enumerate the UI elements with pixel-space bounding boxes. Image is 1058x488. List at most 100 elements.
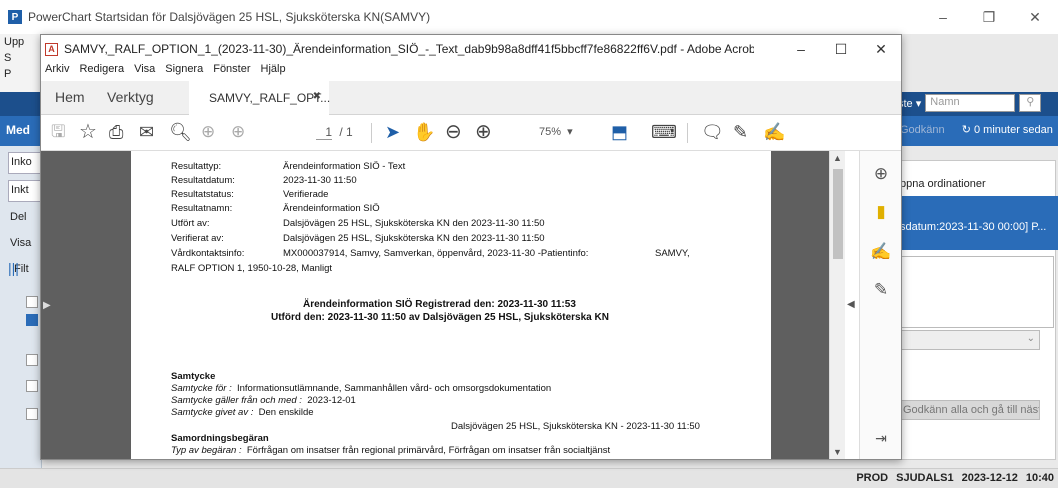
vertical-scrollbar[interactable]: ▲ ▼: [829, 151, 845, 459]
refresh-icon[interactable]: ↻: [962, 124, 971, 136]
pdf-page: Resultattyp: Resultatdatum: Resultatstat…: [131, 151, 771, 459]
search-icon[interactable]: ⚲: [1019, 94, 1042, 112]
page-up-icon[interactable]: ⊕: [201, 121, 215, 143]
field-label: Resultatnamn:: [171, 203, 233, 214]
left-tab[interactable]: Del: [8, 208, 42, 230]
zoom-panel-icon[interactable]: ⊕: [870, 163, 892, 185]
acrobat-title-bar: A SAMVY,_RALF_OPTION_1_(2023-11-30)_Ären…: [41, 35, 901, 63]
tab-tools[interactable]: Verktyg: [107, 89, 154, 105]
toolbar-divider: [687, 123, 688, 143]
zoom-search-icon[interactable]: 🔍︎: [169, 121, 192, 143]
tab-document[interactable]: SAMVY,_RALF_OPT... ✖: [189, 81, 330, 115]
menu-item-partial[interactable]: Upp: [0, 34, 40, 50]
keyboard-tool-icon[interactable]: ⌨: [651, 121, 677, 143]
left-pane-toggle-icon[interactable]: ▶: [43, 300, 51, 311]
zoom-dropdown[interactable]: 75% ▾: [539, 125, 573, 138]
acrobat-toolbar: 🖫 ☆ ⎙ ✉ 🔍︎ ⊕ ⊕ 1 / 1 ➤ ✋ ⊖ ⊕ 75% ▾ ⬒ ⌨ 🗨…: [41, 115, 901, 151]
menu-fonster[interactable]: Fönster: [213, 63, 250, 81]
collapse-sidebar-icon[interactable]: ⇥: [870, 427, 892, 449]
order-dropdown[interactable]: ⌄: [900, 330, 1040, 350]
field-label: Resultatdatum:: [171, 175, 235, 186]
approve-all-button[interactable]: Godkänn alla och gå till nästa: [898, 400, 1040, 420]
minimize-button[interactable]: –: [781, 35, 821, 63]
comment-panel-icon[interactable]: ▮: [870, 201, 892, 223]
fit-page-icon[interactable]: ⬒: [611, 121, 628, 143]
zoom-out-icon[interactable]: ⊖: [445, 121, 462, 143]
date-label: 2023-12-12: [961, 472, 1018, 484]
scroll-down-icon[interactable]: ▼: [833, 447, 842, 457]
menu-arkiv[interactable]: Arkiv: [45, 63, 69, 81]
page-number-input[interactable]: 1: [316, 125, 332, 140]
more-tools-icon[interactable]: ✎: [870, 279, 892, 301]
selected-order-text: sdatum:2023-11-30 00:00] P...: [900, 221, 1047, 233]
expand-handle-icon[interactable]: |||: [8, 260, 19, 276]
order-detail-box: [900, 256, 1054, 328]
tree-toggle-icon[interactable]: [26, 296, 38, 308]
approve-label[interactable]: Godkänn: [900, 124, 945, 136]
hand-tool-icon[interactable]: ✋: [413, 121, 435, 143]
patient-info: RALF OPTION 1, 1950-10-28, Manligt: [171, 263, 333, 274]
acrobat-title: SAMVY,_RALF_OPTION_1_(2023-11-30)_Ärende…: [64, 42, 754, 56]
save-icon[interactable]: 🖫: [51, 121, 65, 143]
field-value: Dalsjövägen 25 HSL, Sjuksköterska KN den…: [283, 233, 545, 244]
samordning-heading: Samordningsbegäran: [171, 433, 269, 444]
field-value: Ärendeinformation SIÖ - Text: [283, 161, 406, 172]
tree-toggle-icon[interactable]: [26, 408, 38, 420]
restore-button[interactable]: ❐: [966, 0, 1012, 34]
tab-home[interactable]: Hem: [55, 89, 85, 105]
page-total: / 1: [339, 125, 353, 139]
mail-icon[interactable]: ✉: [139, 121, 154, 143]
tree-toggle-icon[interactable]: [26, 354, 38, 366]
bookmark-star-icon[interactable]: ☆: [79, 121, 97, 143]
registered-heading: Ärendeinformation SIÖ Registrerad den: 2…: [303, 299, 576, 310]
zoom-in-icon[interactable]: ⊕: [475, 121, 492, 143]
menu-visa[interactable]: Visa: [134, 63, 155, 81]
tree-toggle-icon[interactable]: [26, 314, 38, 326]
field-value: Dalsjövägen 25 HSL, Sjuksköterska KN den…: [283, 218, 545, 229]
scroll-up-icon[interactable]: ▲: [833, 153, 842, 163]
sign-icon[interactable]: ✍: [763, 121, 785, 143]
toolbar-divider: [371, 123, 372, 143]
fill-sign-icon[interactable]: ✍: [870, 241, 892, 263]
close-tab-icon[interactable]: ✖: [313, 91, 321, 102]
open-orders-label: ppna ordinationer: [900, 178, 986, 190]
maximize-button[interactable]: ☐: [821, 35, 861, 63]
acrobat-right-sidebar: ⊕ ▮ ✍ ✎ ⇥: [859, 151, 901, 459]
powerchart-title-bar: P PowerChart Startsidan för Dalsjövägen …: [0, 0, 1058, 34]
acrobat-menu-bar: Arkiv Redigera Visa Signera Fönster Hjäl…: [41, 63, 286, 81]
scroll-thumb[interactable]: [833, 169, 843, 259]
menu-item-partial[interactable]: P: [0, 66, 40, 82]
select-cursor-icon[interactable]: ➤: [385, 121, 400, 143]
field-label: Resultatstatus:: [171, 189, 234, 200]
samordning-type: Typ av begäran : Förfrågan om insatser f…: [171, 445, 611, 456]
powerchart-logo-icon: P: [8, 10, 22, 24]
field-value: 2023-11-30 11:50: [283, 175, 357, 186]
close-button[interactable]: ✕: [861, 35, 901, 63]
left-tab[interactable]: Inkt: [8, 180, 42, 202]
field-value: Verifierade: [283, 189, 329, 200]
tree-toggle-icon[interactable]: [26, 380, 38, 392]
right-pane-toggle-icon[interactable]: ◀: [847, 299, 855, 310]
patient-search-input[interactable]: Namn: [925, 94, 1016, 112]
menu-item-partial[interactable]: S: [0, 50, 40, 66]
selected-order-row[interactable]: sdatum:2023-11-30 00:00] P...: [898, 196, 1058, 250]
print-icon[interactable]: ⎙: [109, 121, 123, 143]
time-label: 10:40: [1025, 472, 1054, 484]
field-label: Vårdkontaktsinfo:: [171, 248, 245, 259]
chevron-down-icon: ⌄: [1026, 333, 1035, 344]
left-tab[interactable]: Visa: [8, 234, 42, 256]
comment-icon[interactable]: 🗨: [701, 121, 724, 143]
menu-redigera[interactable]: Redigera: [79, 63, 124, 81]
highlight-pen-icon[interactable]: ✎: [733, 121, 748, 143]
user-label: SJUDALS1: [896, 472, 954, 484]
page-down-icon[interactable]: ⊕: [231, 121, 245, 143]
menu-hjalp[interactable]: Hjälp: [261, 63, 286, 81]
pdf-icon: A: [45, 42, 58, 56]
field-value: MX000037914, Samvy, Samverkan, öppenvård…: [283, 248, 589, 259]
menu-signera[interactable]: Signera: [165, 63, 203, 81]
close-button[interactable]: ✕: [1012, 0, 1058, 34]
samtycke-given: Samtycke givet av : Den enskilde: [171, 407, 314, 418]
left-tab[interactable]: Inko: [8, 152, 42, 174]
minimize-button[interactable]: –: [920, 0, 966, 34]
field-label: Verifierat av:: [171, 233, 224, 244]
